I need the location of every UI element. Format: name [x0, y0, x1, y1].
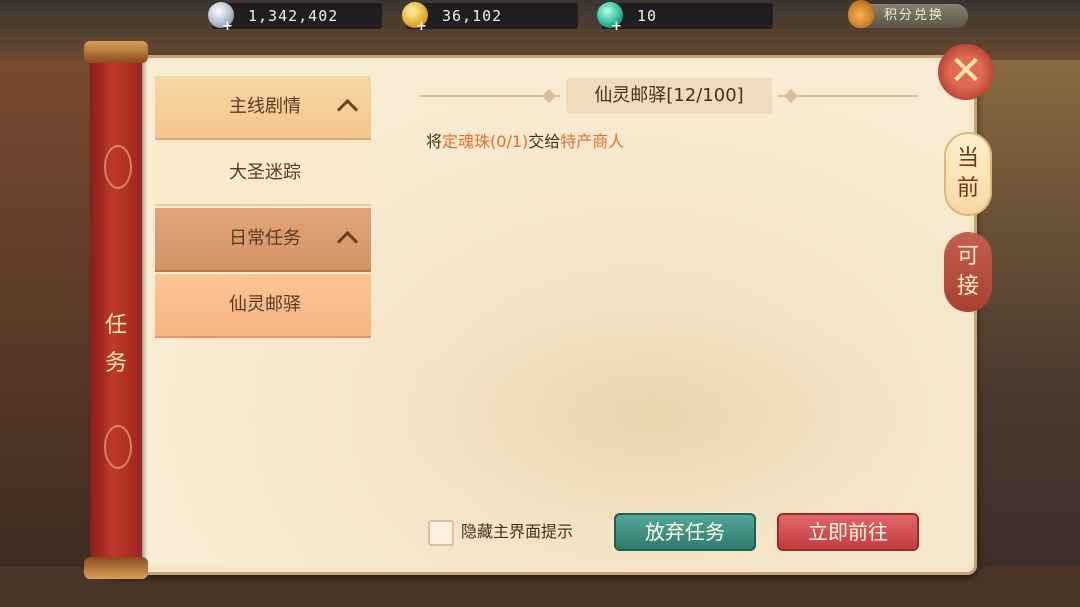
jade-icon: + [597, 2, 623, 34]
category-main-story[interactable]: 主线剧情 [155, 76, 371, 140]
desc-mid: 交给 [528, 132, 561, 151]
go-now-button[interactable]: 立即前往 [777, 513, 919, 551]
spine-title-char: 务 [104, 351, 127, 376]
gold-currency[interactable]: + 36,102 [402, 2, 578, 34]
tab-current[interactable]: 当 前 [944, 132, 992, 216]
jade-value: 10 [637, 7, 658, 25]
points-exchange-label: 积分兑换 [884, 8, 945, 23]
spine-ornament [104, 425, 132, 469]
gold-value: 36,102 [442, 7, 503, 25]
tab-current-char: 当 [956, 146, 979, 171]
desc-npc: 特产商人 [560, 132, 625, 151]
title-divider-right [778, 95, 918, 97]
tab-current-char: 前 [956, 176, 979, 201]
quest-item-daily-selected[interactable]: 仙灵邮驿 [155, 274, 371, 338]
quest-item-main[interactable]: 大圣迷踪 [155, 142, 371, 206]
hide-hint-checkbox[interactable] [428, 520, 454, 546]
silver-coin-icon: + [208, 2, 234, 34]
tab-available[interactable]: 可 接 [944, 232, 992, 312]
quest-title-bar: 仙灵邮驿[12/100] [420, 76, 918, 116]
title-diamond-left [541, 88, 557, 104]
panel-watermark [385, 295, 925, 535]
desc-item: 定魂珠(0/1) [442, 132, 529, 151]
quest-item-daily-label: 仙灵邮驿 [229, 294, 301, 315]
close-icon: ✕ [949, 48, 983, 94]
tab-available-char: 可 [956, 244, 979, 269]
quest-title: 仙灵邮驿[12/100] [566, 78, 772, 114]
spine-title: 任 务 [98, 307, 134, 383]
quest-description: 将定魂珠(0/1)交给特产商人 [426, 128, 624, 152]
points-exchange-button[interactable]: 积分兑换 [848, 0, 968, 28]
spine-title-char: 任 [104, 313, 127, 338]
silver-value: 1,342,402 [248, 7, 339, 25]
scroll-spine: 任 务 [84, 41, 148, 579]
hide-hint-label: 隐藏主界面提示 [461, 522, 574, 541]
quest-item-main-label: 大圣迷踪 [229, 162, 301, 183]
spine-cap-bottom [84, 557, 148, 579]
gold-coin-icon: + [402, 2, 428, 34]
money-bag-icon [848, 0, 874, 28]
close-button[interactable]: ✕ [936, 40, 996, 104]
tab-available-char: 接 [956, 274, 979, 299]
title-divider-left [420, 95, 560, 97]
abandon-quest-button[interactable]: 放弃任务 [614, 513, 756, 551]
spine-cap-top [84, 41, 148, 63]
desc-prefix: 将 [426, 132, 443, 151]
spine-ornament [104, 145, 132, 189]
silver-currency[interactable]: + 1,342,402 [208, 2, 382, 34]
jade-currency[interactable]: + 10 [597, 2, 773, 34]
category-daily[interactable]: 日常任务 [155, 208, 371, 272]
